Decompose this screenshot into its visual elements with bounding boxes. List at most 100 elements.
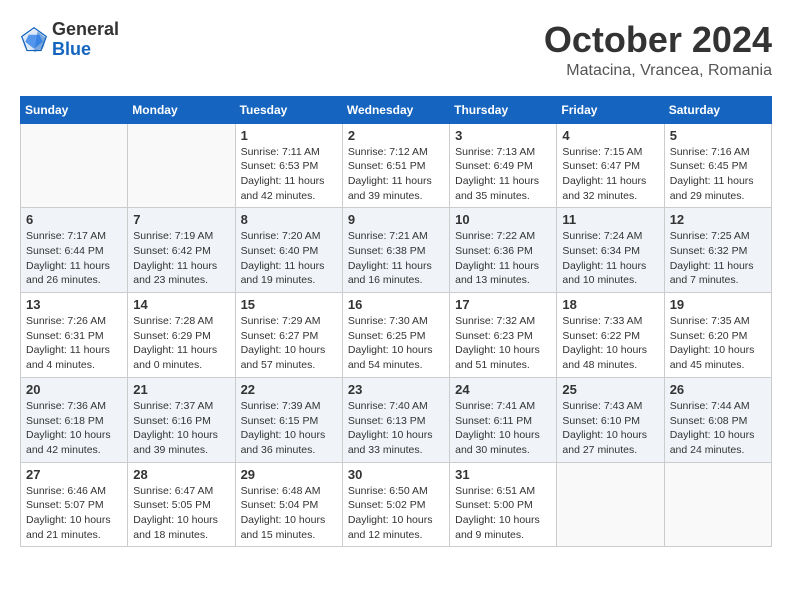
day-number: 31 — [455, 467, 551, 482]
calendar-day-cell: 8 Sunrise: 7:20 AM Sunset: 6:40 PM Daylig… — [235, 208, 342, 293]
logo-blue: Blue — [52, 40, 119, 60]
day-number: 27 — [26, 467, 122, 482]
calendar-week-row: 1Sunrise: 7:11 AM Sunset: 6:53 PM Daylig… — [21, 123, 772, 208]
calendar-day-cell: 1Sunrise: 7:11 AM Sunset: 6:53 PM Daylig… — [235, 123, 342, 208]
day-info: Sunrise: 7:28 AM Sunset: 6:29 PM Dayligh… — [133, 314, 229, 373]
calendar-day-cell: 11Sunrise: 7:24 AM Sunset: 6:34 PM Dayli… — [557, 208, 664, 293]
calendar-day-cell: 9 Sunrise: 7:21 AM Sunset: 6:38 PM Daylig… — [342, 208, 449, 293]
day-info: Sunrise: 7:44 AM Sunset: 6:08 PM Dayligh… — [670, 399, 766, 458]
weekday-header-friday: Friday — [557, 96, 664, 123]
calendar-day-cell: 22 Sunrise: 7:39 AM Sunset: 6:15 PM Dayli… — [235, 377, 342, 462]
day-info: Sunrise: 7:37 AM Sunset: 6:16 PM Dayligh… — [133, 399, 229, 458]
day-number: 4 — [562, 128, 658, 143]
day-info: Sunrise: 7:20 AM Sunset: 6:40 PM Dayligh… — [241, 229, 337, 288]
day-number: 3 — [455, 128, 551, 143]
day-info: Sunrise: 7:26 AM Sunset: 6:31 PM Dayligh… — [26, 314, 122, 373]
day-number: 17 — [455, 297, 551, 312]
day-info: Sunrise: 7:21 AM Sunset: 6:38 PM Dayligh… — [348, 229, 444, 288]
weekday-header-thursday: Thursday — [450, 96, 557, 123]
day-info: Sunrise: 7:39 AM Sunset: 6:15 PM Dayligh… — [241, 399, 337, 458]
day-info: Sunrise: 6:48 AM Sunset: 5:04 PM Dayligh… — [241, 484, 337, 543]
weekday-header-saturday: Saturday — [664, 96, 771, 123]
calendar-day-cell: 2 Sunrise: 7:12 AM Sunset: 6:51 PM Daylig… — [342, 123, 449, 208]
day-number: 9 — [348, 212, 444, 227]
calendar-day-cell: 12Sunrise: 7:25 AM Sunset: 6:32 PM Dayli… — [664, 208, 771, 293]
day-number: 23 — [348, 382, 444, 397]
day-number: 19 — [670, 297, 766, 312]
calendar-day-cell — [557, 462, 664, 547]
day-number: 28 — [133, 467, 229, 482]
day-number: 25 — [562, 382, 658, 397]
calendar-day-cell: 5Sunrise: 7:16 AM Sunset: 6:45 PM Daylig… — [664, 123, 771, 208]
day-info: Sunrise: 7:35 AM Sunset: 6:20 PM Dayligh… — [670, 314, 766, 373]
day-number: 16 — [348, 297, 444, 312]
weekday-header-monday: Monday — [128, 96, 235, 123]
calendar-day-cell: 6Sunrise: 7:17 AM Sunset: 6:44 PM Daylig… — [21, 208, 128, 293]
day-info: Sunrise: 7:29 AM Sunset: 6:27 PM Dayligh… — [241, 314, 337, 373]
day-number: 15 — [241, 297, 337, 312]
day-info: Sunrise: 7:12 AM Sunset: 6:51 PM Dayligh… — [348, 145, 444, 204]
location-title: Matacina, Vrancea, Romania — [544, 62, 772, 80]
calendar-day-cell: 16Sunrise: 7:30 AM Sunset: 6:25 PM Dayli… — [342, 293, 449, 378]
calendar-day-cell: 23 Sunrise: 7:40 AM Sunset: 6:13 PM Dayli… — [342, 377, 449, 462]
title-block: October 2024 Matacina, Vrancea, Romania — [544, 20, 772, 80]
day-info: Sunrise: 6:47 AM Sunset: 5:05 PM Dayligh… — [133, 484, 229, 543]
calendar-header-row: SundayMondayTuesdayWednesdayThursdayFrid… — [21, 96, 772, 123]
day-info: Sunrise: 7:40 AM Sunset: 6:13 PM Dayligh… — [348, 399, 444, 458]
day-info: Sunrise: 7:25 AM Sunset: 6:32 PM Dayligh… — [670, 229, 766, 288]
logo-text: General Blue — [52, 20, 119, 60]
day-info: Sunrise: 7:19 AM Sunset: 6:42 PM Dayligh… — [133, 229, 229, 288]
calendar-day-cell: 7 Sunrise: 7:19 AM Sunset: 6:42 PM Daylig… — [128, 208, 235, 293]
day-number: 14 — [133, 297, 229, 312]
calendar-day-cell — [664, 462, 771, 547]
month-title: October 2024 — [544, 20, 772, 60]
day-info: Sunrise: 7:32 AM Sunset: 6:23 PM Dayligh… — [455, 314, 551, 373]
day-number: 22 — [241, 382, 337, 397]
calendar-day-cell: 21 Sunrise: 7:37 AM Sunset: 6:16 PM Dayli… — [128, 377, 235, 462]
day-info: Sunrise: 7:15 AM Sunset: 6:47 PM Dayligh… — [562, 145, 658, 204]
calendar-day-cell: 15 Sunrise: 7:29 AM Sunset: 6:27 PM Dayli… — [235, 293, 342, 378]
calendar-day-cell: 30Sunrise: 6:50 AM Sunset: 5:02 PM Dayli… — [342, 462, 449, 547]
day-info: Sunrise: 7:24 AM Sunset: 6:34 PM Dayligh… — [562, 229, 658, 288]
calendar-day-cell: 26 Sunrise: 7:44 AM Sunset: 6:08 PM Dayli… — [664, 377, 771, 462]
day-info: Sunrise: 7:43 AM Sunset: 6:10 PM Dayligh… — [562, 399, 658, 458]
weekday-header-tuesday: Tuesday — [235, 96, 342, 123]
day-number: 1 — [241, 128, 337, 143]
day-number: 26 — [670, 382, 766, 397]
weekday-header-wednesday: Wednesday — [342, 96, 449, 123]
calendar-day-cell: 18 Sunrise: 7:33 AM Sunset: 6:22 PM Dayli… — [557, 293, 664, 378]
calendar-week-row: 27 Sunrise: 6:46 AM Sunset: 5:07 PM Dayli… — [21, 462, 772, 547]
day-info: Sunrise: 7:17 AM Sunset: 6:44 PM Dayligh… — [26, 229, 122, 288]
day-info: Sunrise: 7:41 AM Sunset: 6:11 PM Dayligh… — [455, 399, 551, 458]
page-header: General Blue October 2024 Matacina, Vran… — [20, 20, 772, 80]
logo-general: General — [52, 20, 119, 40]
calendar-day-cell: 20Sunrise: 7:36 AM Sunset: 6:18 PM Dayli… — [21, 377, 128, 462]
day-number: 29 — [241, 467, 337, 482]
calendar-table: SundayMondayTuesdayWednesdayThursdayFrid… — [20, 96, 772, 548]
logo: General Blue — [20, 20, 119, 60]
calendar-week-row: 6Sunrise: 7:17 AM Sunset: 6:44 PM Daylig… — [21, 208, 772, 293]
day-number: 8 — [241, 212, 337, 227]
day-number: 10 — [455, 212, 551, 227]
day-number: 24 — [455, 382, 551, 397]
day-number: 20 — [26, 382, 122, 397]
day-info: Sunrise: 7:33 AM Sunset: 6:22 PM Dayligh… — [562, 314, 658, 373]
calendar-week-row: 20Sunrise: 7:36 AM Sunset: 6:18 PM Dayli… — [21, 377, 772, 462]
day-number: 2 — [348, 128, 444, 143]
logo-icon — [20, 26, 48, 54]
calendar-day-cell: 17 Sunrise: 7:32 AM Sunset: 6:23 PM Dayli… — [450, 293, 557, 378]
day-number: 18 — [562, 297, 658, 312]
day-info: Sunrise: 7:22 AM Sunset: 6:36 PM Dayligh… — [455, 229, 551, 288]
day-info: Sunrise: 7:13 AM Sunset: 6:49 PM Dayligh… — [455, 145, 551, 204]
day-number: 21 — [133, 382, 229, 397]
day-info: Sunrise: 7:16 AM Sunset: 6:45 PM Dayligh… — [670, 145, 766, 204]
day-number: 7 — [133, 212, 229, 227]
calendar-day-cell: 13Sunrise: 7:26 AM Sunset: 6:31 PM Dayli… — [21, 293, 128, 378]
calendar-day-cell: 24 Sunrise: 7:41 AM Sunset: 6:11 PM Dayli… — [450, 377, 557, 462]
calendar-day-cell: 14 Sunrise: 7:28 AM Sunset: 6:29 PM Dayli… — [128, 293, 235, 378]
calendar-day-cell — [21, 123, 128, 208]
calendar-day-cell: 4 Sunrise: 7:15 AM Sunset: 6:47 PM Daylig… — [557, 123, 664, 208]
calendar-day-cell: 31Sunrise: 6:51 AM Sunset: 5:00 PM Dayli… — [450, 462, 557, 547]
day-info: Sunrise: 6:46 AM Sunset: 5:07 PM Dayligh… — [26, 484, 122, 543]
calendar-day-cell: 10 Sunrise: 7:22 AM Sunset: 6:36 PM Dayli… — [450, 208, 557, 293]
